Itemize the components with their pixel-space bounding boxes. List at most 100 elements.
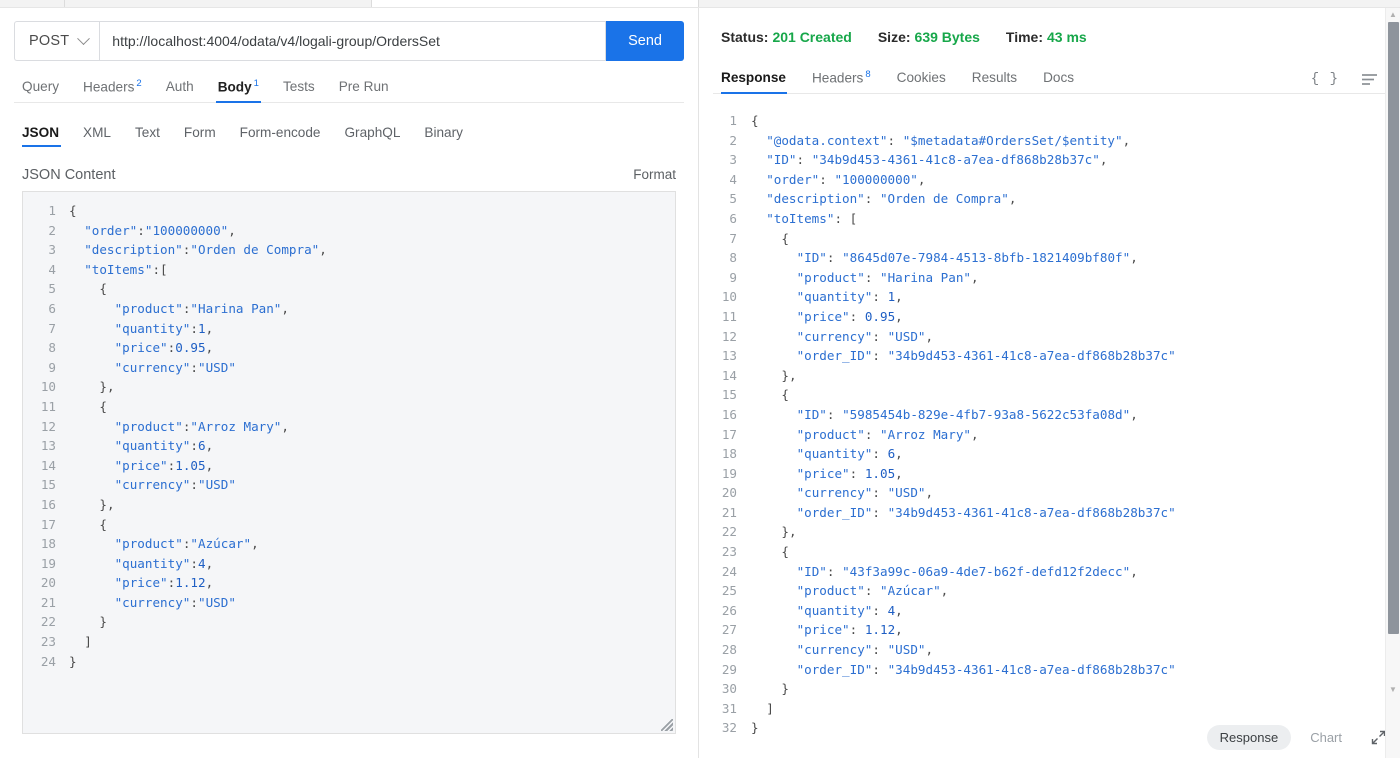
code-text: "price": 0.95,: [796, 308, 903, 324]
code-line: 16 "ID": "5985454b-829e-4fb7-93a8-5622c5…: [699, 405, 1400, 425]
code-text: ]: [766, 700, 774, 716]
headers-count-badge: 2: [136, 77, 142, 89]
expand-diagonal-icon[interactable]: [1371, 730, 1386, 745]
code-line: 22 },: [699, 522, 1400, 542]
line-number: 18: [721, 446, 737, 462]
view-toggle-response[interactable]: Response: [1206, 725, 1292, 750]
format-button[interactable]: Format: [633, 167, 676, 182]
request-body-code[interactable]: 1{2 "order":"100000000", 3 "description":…: [23, 192, 675, 671]
response-tab-headers[interactable]: Headers 8: [799, 70, 884, 93]
code-line: 11 {: [23, 397, 675, 417]
code-line: 22 }: [23, 612, 675, 632]
line-number: 7: [729, 230, 737, 246]
body-count-badge: 1: [253, 77, 259, 89]
line-number: 19: [40, 555, 56, 571]
code-line: 10 "quantity": 1,: [699, 287, 1400, 307]
code-text: "ID": "34b9d453-4361-41c8-a7ea-df868b28b…: [766, 152, 1108, 168]
vertical-scrollbar[interactable]: ▲ ▼: [1385, 8, 1400, 758]
code-line: 4 "order": "100000000",: [699, 170, 1400, 190]
code-text: "order_ID": "34b9d453-4361-41c8-a7ea-df8…: [796, 504, 1176, 520]
tab-body[interactable]: Body 1: [206, 77, 271, 104]
view-toggle-chart[interactable]: Chart: [1297, 725, 1355, 750]
response-tab-cookies[interactable]: Cookies: [884, 71, 959, 93]
scroll-down-arrow[interactable]: ▼: [1386, 683, 1400, 696]
body-type-tabs: JSON XML Text Form Form-encode GraphQL B…: [14, 119, 684, 147]
code-line: 5 "description": "Orden de Compra",: [699, 189, 1400, 209]
code-text: "ID": "43f3a99c-06a9-4de7-b62f-defd12f2d…: [796, 563, 1138, 579]
code-line: 1{: [699, 111, 1400, 131]
code-text: "currency": "USD",: [796, 485, 934, 501]
line-number: 17: [40, 516, 56, 532]
code-text: {: [781, 544, 789, 560]
tab-strip-segment[interactable]: [0, 0, 65, 7]
line-number: 12: [721, 328, 737, 344]
code-line: 16 },: [23, 495, 675, 515]
tab-headers[interactable]: Headers 2: [71, 79, 154, 102]
code-text: "currency":"USD": [114, 594, 236, 610]
send-button[interactable]: Send: [606, 21, 684, 61]
code-text: },: [781, 367, 797, 383]
code-text: {: [781, 230, 789, 246]
body-tab-text[interactable]: Text: [123, 126, 172, 147]
wrap-lines-icon[interactable]: [1361, 73, 1378, 86]
code-text: "price":1.12,: [114, 575, 214, 591]
response-view-toggle: Response Chart: [1206, 725, 1386, 750]
code-line: 5 {: [23, 279, 675, 299]
code-line: 9 "currency":"USD": [23, 358, 675, 378]
format-json-icon[interactable]: { }: [1311, 71, 1339, 87]
line-number: 9: [729, 269, 737, 285]
code-text: "currency":"USD": [114, 359, 236, 375]
response-tab-docs[interactable]: Docs: [1030, 71, 1087, 93]
code-line: 21 "currency":"USD": [23, 593, 675, 613]
code-line: 6 "product":"Harina Pan",: [23, 299, 675, 319]
line-number: 6: [729, 210, 737, 226]
code-text: },: [99, 496, 115, 512]
code-line: 17 {: [23, 515, 675, 535]
code-line: 13 "order_ID": "34b9d453-4361-41c8-a7ea-…: [699, 346, 1400, 366]
tab-query[interactable]: Query: [14, 80, 71, 102]
url-input[interactable]: [99, 21, 607, 61]
code-line: 19 "price": 1.05,: [699, 464, 1400, 484]
tab-auth[interactable]: Auth: [154, 80, 206, 102]
scrollbar-thumb[interactable]: [1388, 22, 1399, 634]
scroll-up-arrow[interactable]: ▲: [1386, 8, 1400, 21]
line-number: 1: [729, 113, 737, 128]
code-text: {: [99, 281, 107, 297]
response-tab-results[interactable]: Results: [959, 71, 1030, 93]
request-body-editor[interactable]: 1{2 "order":"100000000", 3 "description":…: [22, 191, 676, 734]
body-tab-graphql[interactable]: GraphQL: [332, 126, 412, 147]
code-line: 3 "description":"Orden de Compra",: [23, 240, 675, 260]
code-text: "currency": "USD",: [796, 328, 934, 344]
body-tab-binary[interactable]: Binary: [412, 126, 475, 147]
code-line: 30 }: [699, 679, 1400, 699]
line-number: 31: [721, 700, 737, 716]
code-line: 15 {: [699, 385, 1400, 405]
line-number: 16: [40, 496, 56, 512]
response-toolbar: { }: [1311, 71, 1378, 87]
response-status-row: Status: 201 Created Size: 639 Bytes Time: 4…: [721, 26, 1400, 48]
method-label: POST: [29, 33, 70, 49]
method-select[interactable]: POST: [14, 21, 100, 61]
body-tab-xml[interactable]: XML: [71, 126, 123, 147]
body-tab-json[interactable]: JSON: [14, 126, 71, 147]
response-tab-response[interactable]: Response: [713, 71, 799, 94]
code-line: 18 "product":"Azúcar",: [23, 534, 675, 554]
code-text: ]: [84, 634, 92, 650]
code-line: 7 {: [699, 229, 1400, 249]
line-number: 2: [729, 132, 737, 148]
response-headers-count-badge: 8: [865, 68, 871, 80]
editor-resize-handle[interactable]: [661, 719, 673, 731]
tab-pre-run[interactable]: Pre Run: [327, 80, 401, 102]
code-line: 9 "product": "Harina Pan",: [699, 268, 1400, 288]
tab-strip-segment[interactable]: [65, 0, 372, 7]
line-number: 6: [48, 300, 56, 316]
tab-strip-segment-active[interactable]: [372, 0, 699, 7]
body-tab-form[interactable]: Form: [172, 126, 228, 147]
tab-tests[interactable]: Tests: [271, 80, 327, 102]
body-tab-form-encode[interactable]: Form-encode: [228, 126, 333, 147]
response-tabs: Response Headers 8 Cookies Results Docs {…: [713, 63, 1386, 94]
code-line: 2 "order":"100000000",: [23, 221, 675, 241]
code-line: 8 "price":0.95,: [23, 338, 675, 358]
line-number: 21: [721, 504, 737, 520]
response-body-viewer[interactable]: 1{2 "@odata.context": "$metadata#OrdersS…: [699, 103, 1400, 734]
